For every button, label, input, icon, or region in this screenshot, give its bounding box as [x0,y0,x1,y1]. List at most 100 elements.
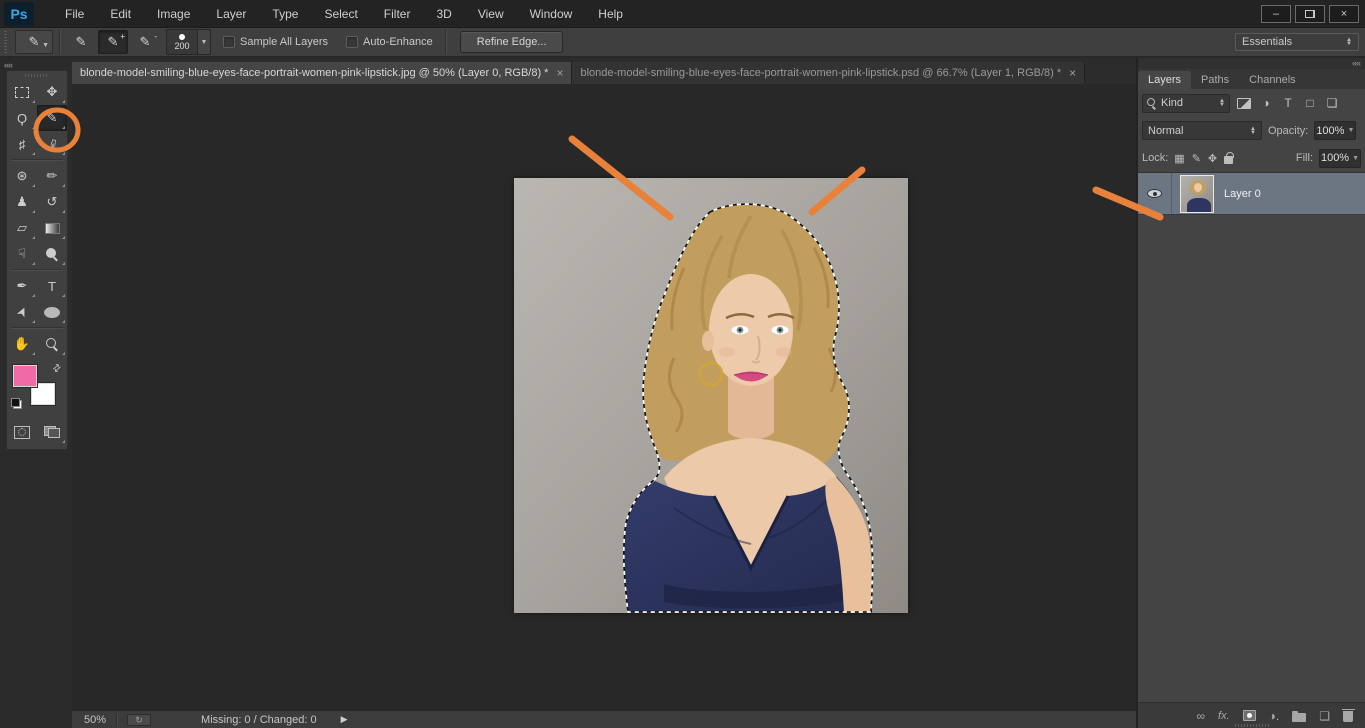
tool-crop[interactable]: ♯ [7,131,37,157]
default-colors-icon[interactable] [11,398,22,409]
swap-colors-icon[interactable]: ⇄ [50,362,63,376]
tool-smudge[interactable]: ☟ [7,241,37,267]
tool-hand[interactable]: ✋ [7,331,37,357]
tool-eraser[interactable]: ▱ [7,215,37,241]
tab-layers[interactable]: Layers [1138,71,1191,89]
document-tab-psd[interactable]: blonde-model-smiling-blue-eyes-face-port… [572,62,1085,84]
tool-eyedropper[interactable]: ✑ [37,131,67,157]
subtract-from-selection-button[interactable]: ✎ - [130,30,160,54]
add-to-selection-button[interactable]: ✎ + [98,30,128,54]
restore-button[interactable] [1295,5,1325,23]
close-button[interactable]: × [1329,5,1359,23]
kind-filter-select[interactable]: Kind ▲▼ [1142,94,1230,113]
screen-mode-button[interactable] [37,419,67,445]
menu-window[interactable]: Window [517,2,586,26]
tool-gradient[interactable] [37,215,67,241]
workspace-switcher[interactable]: Essentials ▲▼ [1235,33,1359,51]
adjustment-layer-filter-button[interactable]: ◑ [1256,94,1276,113]
opacity-field[interactable]: 100% ▼ [1314,121,1356,140]
minimize-button[interactable]: – [1261,5,1291,23]
close-tab-icon[interactable]: × [1069,66,1076,80]
lock-position-icon[interactable]: ✥ [1208,152,1217,165]
blend-mode-select[interactable]: Normal ▲▼ [1142,121,1262,140]
collapse-panel-icon[interactable]: «« [1138,58,1365,69]
opacity-label: Opacity: [1268,125,1308,137]
tab-paths[interactable]: Paths [1191,71,1239,89]
new-selection-button[interactable]: ✎ [66,30,96,54]
visibility-toggle[interactable] [1138,173,1172,214]
ellipse-icon [44,307,60,318]
panel-grip[interactable] [25,74,49,77]
status-options-arrow[interactable]: ▶ [341,714,348,725]
menu-layer[interactable]: Layer [203,2,259,26]
layer-thumbnail[interactable] [1180,175,1214,213]
zoom-level-field[interactable]: 50% [72,714,116,726]
tool-path-selection[interactable]: ➤ [7,299,37,325]
tool-clone-stamp[interactable]: ♟ [7,189,37,215]
new-group-icon[interactable] [1292,710,1306,722]
tool-pen[interactable]: ✒ [7,273,37,299]
tools-panel: ✥ Ϙ ✎ ♯ ✑ ⊛ ✏ ♟ ↺ ▱ ☟ ✒ T [6,70,68,450]
tool-spot-healing-brush[interactable]: ⊛ [7,163,37,189]
document-tab-jpg[interactable]: blonde-model-smiling-blue-eyes-face-port… [72,62,572,84]
options-bar-grip[interactable] [2,31,9,53]
lock-all-icon[interactable] [1224,156,1233,164]
layer-style-icon[interactable]: fx. [1218,710,1230,722]
new-layer-icon[interactable]: ❏ [1319,709,1330,723]
color-swatches: ⇄ [11,363,63,411]
menu-select[interactable]: Select [311,2,370,26]
fill-field[interactable]: 100% ▼ [1319,149,1361,168]
restore-icon [1305,10,1315,18]
crop-icon: ♯ [19,137,26,152]
separator [116,714,117,726]
sync-status-icon[interactable]: ↻ [127,714,151,726]
screen-mode-icon [44,426,60,438]
tool-preset-picker[interactable]: ✎ ▼ [15,30,53,54]
menu-type[interactable]: Type [259,2,311,26]
panel-tabs: Layers Paths Channels [1138,69,1365,89]
sample-all-layers-checkbox[interactable] [223,36,235,48]
lock-transparency-icon[interactable]: ▦ [1174,152,1184,165]
tool-lasso[interactable]: Ϙ [7,105,37,131]
canvas[interactable] [72,84,1136,710]
lock-pixels-icon[interactable]: ✎ [1192,152,1201,165]
portrait-photo[interactable] [514,178,908,613]
menu-help[interactable]: Help [585,2,636,26]
tool-move[interactable]: ✥ [37,79,67,105]
collapse-panel-icon[interactable]: «« [0,58,72,70]
add-layer-mask-icon[interactable] [1243,710,1256,721]
refine-edge-button[interactable]: Refine Edge... [460,31,564,53]
tool-dodge[interactable] [37,241,67,267]
pixel-layer-filter-button[interactable] [1234,94,1254,113]
quick-mask-mode-button[interactable] [7,419,37,445]
tool-quick-selection[interactable]: ✎ [37,105,67,131]
layer-row-layer-0[interactable]: Layer 0 [1138,173,1365,215]
brush-size-dropdown[interactable]: ▼ [198,29,211,55]
menu-image[interactable]: Image [144,2,203,26]
link-layers-icon[interactable]: ∞ [1196,709,1205,723]
delete-layer-icon[interactable] [1343,709,1353,722]
smart-object-filter-button[interactable]: ❏ [1322,94,1342,113]
menu-view[interactable]: View [465,2,517,26]
layers-list: Layer 0 [1138,172,1365,702]
auto-enhance-checkbox[interactable] [346,36,358,48]
layer-name[interactable]: Layer 0 [1224,188,1261,200]
menu-edit[interactable]: Edit [97,2,144,26]
foreground-color-swatch[interactable] [13,365,37,387]
new-adjustment-layer-icon[interactable]: ◑. [1269,709,1280,723]
shape-layer-filter-button[interactable]: □ [1300,94,1320,113]
tool-rectangular-marquee[interactable] [7,79,37,105]
menu-file[interactable]: File [52,2,97,26]
tool-history-brush[interactable]: ↺ [37,189,67,215]
menu-3d[interactable]: 3D [423,2,464,26]
tool-brush[interactable]: ✏ [37,163,67,189]
menu-filter[interactable]: Filter [371,2,424,26]
tool-zoom[interactable] [37,331,67,357]
brush-size-picker[interactable]: 200 ▼ [166,29,211,55]
tool-ellipse-shape[interactable] [37,299,67,325]
type-layer-filter-button[interactable]: T [1278,94,1298,113]
close-tab-icon[interactable]: × [556,66,563,80]
tool-type[interactable]: T [37,273,67,299]
panel-resize-grip[interactable] [1235,724,1269,727]
tab-channels[interactable]: Channels [1239,71,1305,89]
